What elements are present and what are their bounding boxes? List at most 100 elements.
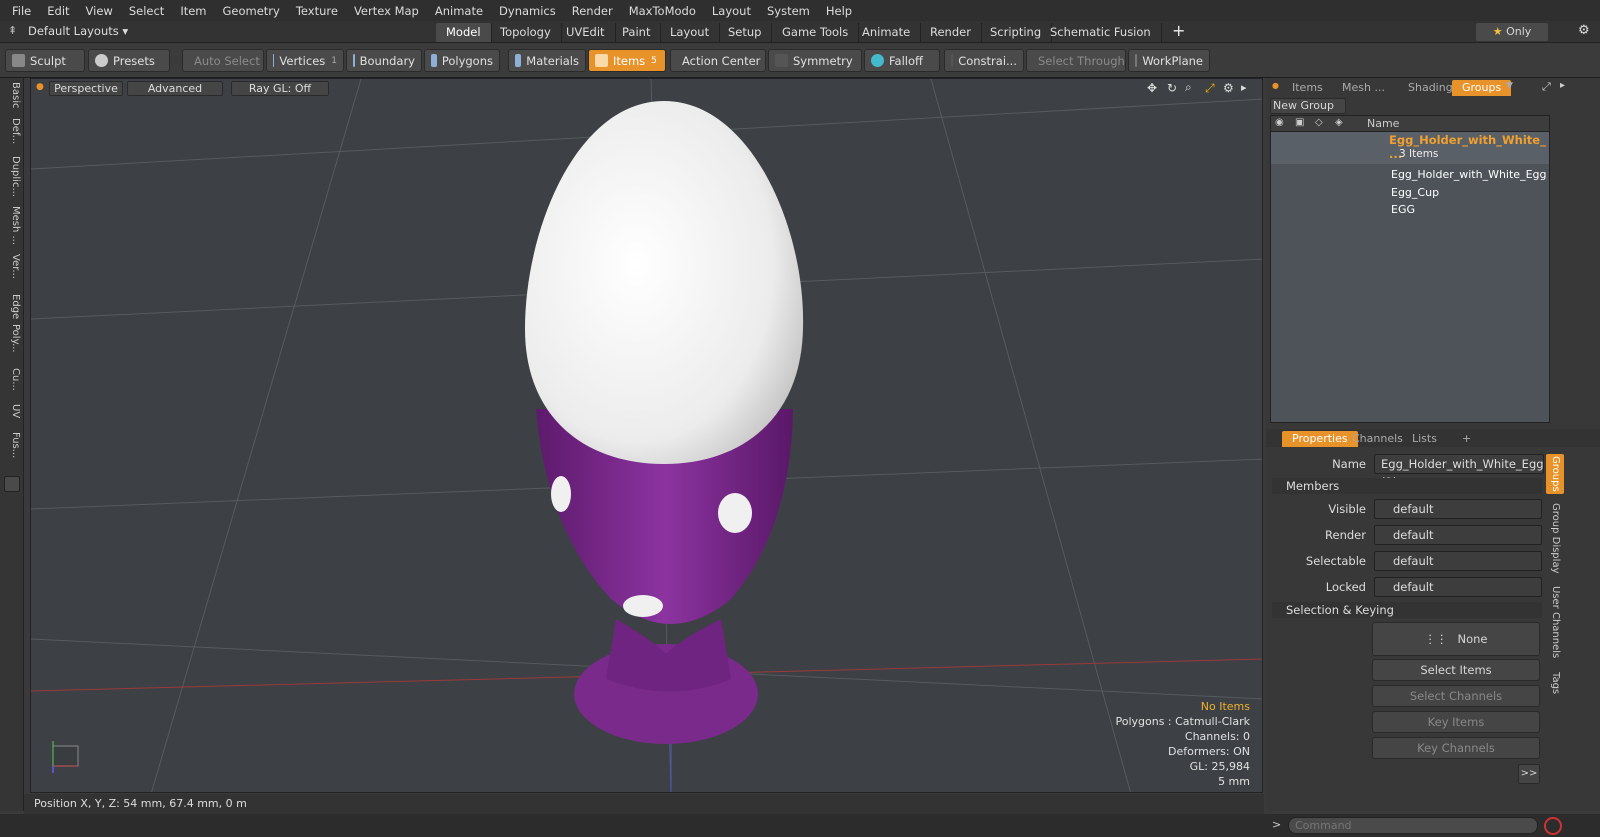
expand-icon[interactable] — [4, 476, 20, 492]
menu-item[interactable]: Item — [172, 4, 214, 18]
tab-uvedit[interactable]: UVEdit — [556, 23, 616, 42]
presets-button[interactable]: Presets — [88, 49, 170, 72]
3d-viewport[interactable]: ● Perspective Advanced Ray GL: Off ✥ ↻ ⌕… — [30, 78, 1263, 793]
menu-texture[interactable]: Texture — [288, 4, 346, 18]
pin-icon[interactable]: ⇞ — [8, 24, 17, 37]
tab-model[interactable]: Model — [436, 23, 492, 42]
side-tab-tags[interactable]: Tags — [1546, 666, 1564, 700]
menu-vertex-map[interactable]: Vertex Map — [346, 4, 427, 18]
menu-geometry[interactable]: Geometry — [215, 4, 288, 18]
vtab-curve[interactable]: Cu... — [3, 368, 21, 391]
auto-select-button[interactable]: Auto Select — [182, 49, 264, 72]
visible-dropdown[interactable]: default — [1374, 499, 1542, 519]
tab-paint[interactable]: Paint — [612, 23, 662, 42]
side-tab-groups[interactable]: Groups — [1546, 454, 1564, 494]
vtab-mesh[interactable]: Mesh ... — [3, 206, 21, 245]
tab-animate[interactable]: Animate — [852, 23, 922, 42]
vtab-polygon[interactable]: Poly... — [3, 324, 21, 353]
tab-render[interactable]: Render — [920, 23, 982, 42]
vtab-duplicate[interactable]: Duplic... — [3, 156, 21, 197]
lock-icon[interactable]: ▣ — [1295, 117, 1304, 128]
side-tab-group-display[interactable]: Group Display — [1546, 500, 1564, 576]
menu-file[interactable]: File — [4, 4, 39, 18]
viewport-gear-icon[interactable]: ⚙ — [1223, 81, 1234, 95]
add-panel-tab-button[interactable]: + — [1452, 431, 1481, 447]
menu-help[interactable]: Help — [818, 4, 860, 18]
list-item[interactable]: EGG — [1391, 203, 1415, 216]
record-icon[interactable] — [1544, 817, 1562, 835]
materials-button[interactable]: Materials — [508, 49, 586, 72]
perspective-button[interactable]: Perspective — [49, 81, 123, 96]
tab-setup[interactable]: Setup — [718, 23, 773, 42]
menu-edit[interactable]: Edit — [39, 4, 77, 18]
members-section[interactable]: Members — [1272, 478, 1542, 494]
group-row[interactable]: Egg_Holder_with_White_ ... 3 Items — [1271, 132, 1549, 164]
menu-maxtomodo[interactable]: MaxToModo — [621, 4, 704, 18]
move-view-icon[interactable]: ✥ — [1147, 81, 1157, 95]
render-dropdown[interactable]: default — [1374, 525, 1542, 545]
items-button[interactable]: Items 5 — [588, 49, 666, 72]
panel-expand-icon[interactable]: ▸ — [1560, 80, 1565, 91]
none-button[interactable]: ⋮⋮ None — [1372, 622, 1540, 656]
vtab-basic[interactable]: Basic — [3, 82, 21, 108]
command-input[interactable] — [1288, 817, 1538, 834]
symmetry-button[interactable]: Symmetry — [768, 49, 862, 72]
add-tab-button[interactable]: + — [1172, 21, 1185, 40]
advanced-button[interactable]: Advanced — [127, 81, 223, 96]
side-tab-user-channels[interactable]: User Channels — [1546, 580, 1564, 664]
tab-schematic-fusion[interactable]: Schematic Fusion — [1040, 23, 1162, 42]
tab-game-tools[interactable]: Game Tools — [772, 23, 860, 42]
raygl-button[interactable]: Ray GL: Off — [231, 81, 329, 96]
menu-system[interactable]: System — [759, 4, 818, 18]
menu-layout[interactable]: Layout — [704, 4, 759, 18]
tab-mesh[interactable]: Mesh ... — [1332, 80, 1395, 96]
select-items-button[interactable]: Select Items — [1372, 659, 1540, 681]
menu-view[interactable]: View — [78, 4, 121, 18]
tab-items[interactable]: Items — [1282, 80, 1333, 96]
layout-dropdown[interactable]: Default Layouts ▾ — [28, 24, 128, 38]
only-toggle[interactable]: ★ Only — [1476, 23, 1548, 41]
menu-render[interactable]: Render — [564, 4, 621, 18]
rotate-view-icon[interactable]: ↻ — [1167, 81, 1177, 95]
panel-menu-icon[interactable]: ● — [1272, 81, 1279, 90]
boundary-button[interactable]: Boundary — [346, 49, 422, 72]
polygons-button[interactable]: Polygons — [424, 49, 500, 72]
fit-view-icon[interactable]: ⤢ — [1205, 81, 1215, 96]
viewport-menu-icon[interactable]: ● — [36, 82, 44, 92]
more-button[interactable]: >> — [1518, 764, 1540, 784]
workplane-button[interactable]: WorkPlane — [1128, 49, 1210, 72]
chevron-down-icon[interactable]: ▼ — [1506, 81, 1513, 91]
vertices-button[interactable]: Vertices 1 — [266, 49, 344, 72]
sculpt-button[interactable]: Sculpt — [5, 49, 85, 72]
tab-layout[interactable]: Layout — [660, 23, 721, 42]
viewport-expand-icon[interactable]: ▸ — [1241, 81, 1247, 94]
constrain-button[interactable]: Constrai... — [944, 49, 1024, 72]
tab-lists[interactable]: Lists — [1402, 431, 1447, 447]
action-center-button[interactable]: Action Center — [670, 49, 766, 72]
vtab-fusion[interactable]: Fus... — [3, 432, 21, 458]
locked-dropdown[interactable]: default — [1374, 577, 1542, 597]
menu-animate[interactable]: Animate — [427, 4, 491, 18]
selection-keying-section[interactable]: Selection & Keying — [1272, 602, 1542, 618]
list-item[interactable]: Egg_Cup — [1391, 186, 1439, 199]
name-field[interactable]: Egg_Holder_with_White_Egg (2) — [1374, 454, 1544, 489]
eye-icon[interactable]: ◉ — [1275, 117, 1284, 128]
select-through-button[interactable]: Select Through — [1026, 49, 1126, 72]
vtab-vertex[interactable]: Ver... — [3, 254, 21, 279]
zoom-view-icon[interactable]: ⌕ — [1185, 80, 1192, 95]
list-item[interactable]: Egg_Holder_with_White_Egg — [1391, 168, 1546, 181]
maximize-icon[interactable]: ⤢ — [1542, 80, 1551, 94]
selectable-dropdown[interactable]: default — [1374, 551, 1542, 571]
tab-topology[interactable]: Topology — [490, 23, 562, 42]
menu-dynamics[interactable]: Dynamics — [491, 4, 564, 18]
key-channels-button[interactable]: Key Channels — [1372, 737, 1540, 759]
gear-icon[interactable]: ⚙ — [1578, 23, 1590, 38]
key-items-button[interactable]: Key Items — [1372, 711, 1540, 733]
menu-select[interactable]: Select — [121, 4, 172, 18]
vtab-deform[interactable]: Def... — [3, 118, 21, 144]
tab-groups[interactable]: Groups — [1452, 80, 1512, 96]
vtab-uv[interactable]: UV — [3, 404, 21, 418]
vtab-edge[interactable]: Edge — [3, 294, 21, 319]
falloff-button[interactable]: Falloff — [864, 49, 940, 72]
render-icon[interactable]: ◇ — [1315, 117, 1323, 128]
